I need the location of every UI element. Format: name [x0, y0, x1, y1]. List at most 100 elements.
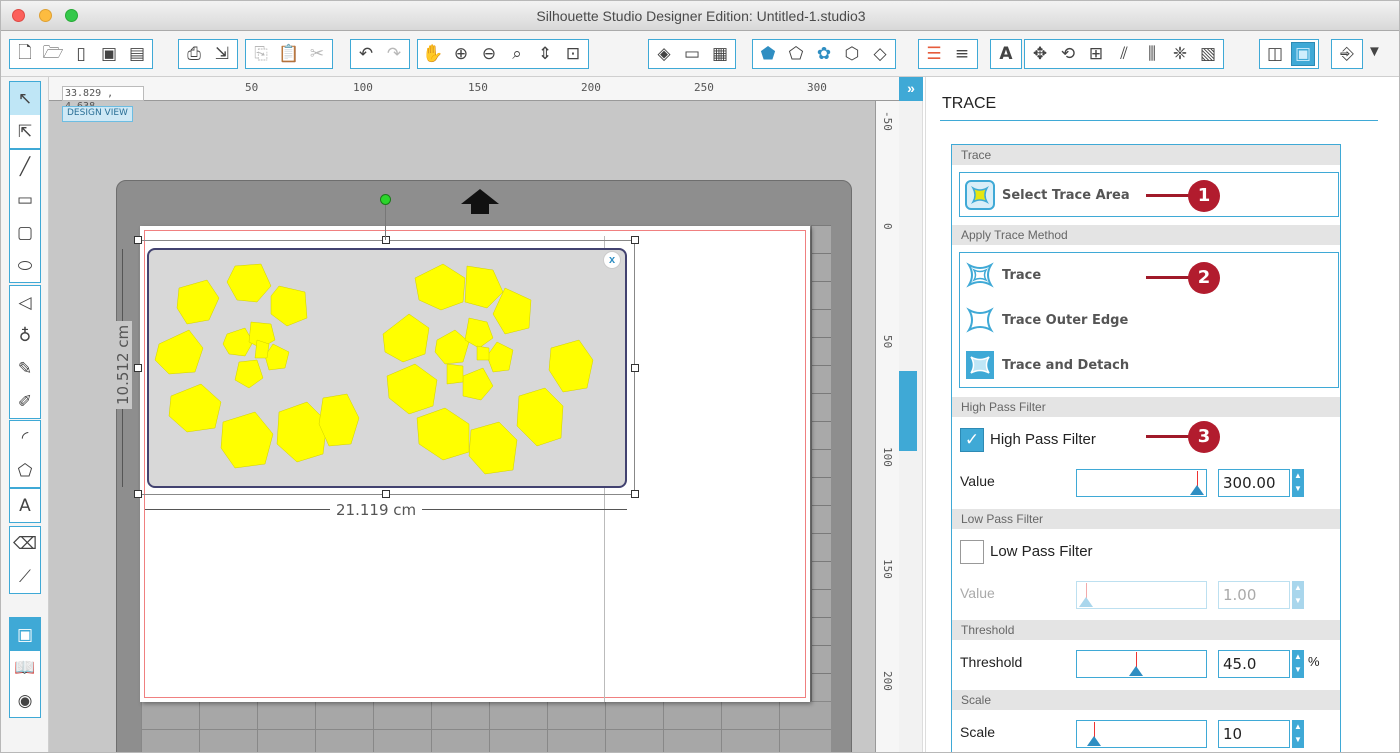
line-settings-icon[interactable]: ☰	[922, 42, 946, 66]
align-icon[interactable]: ⫼	[1140, 42, 1164, 66]
undo-icon[interactable]: ↶	[354, 42, 378, 66]
design-area[interactable]: 50 100 150 200 250 300 -50 0 50 100 150 …	[49, 77, 899, 752]
drag-zoom-icon[interactable]: ⇕	[533, 42, 557, 66]
rectangle-tool-icon[interactable]: ▭	[10, 183, 40, 216]
save-icon[interactable]: ▣	[97, 42, 121, 66]
regular-polygon-tool-icon[interactable]: ⬠	[10, 454, 40, 487]
paste-icon[interactable]: 📋	[277, 42, 301, 66]
trace-method-trace[interactable]: Trace	[964, 259, 1041, 291]
select-trace-area-button[interactable]: Select Trace Area	[964, 179, 1130, 211]
threshold-input[interactable]: 45.0	[1218, 650, 1290, 678]
fit-to-page-icon[interactable]: ⊡	[561, 42, 585, 66]
send-to-silhouette-icon[interactable]: ⇲	[210, 42, 234, 66]
slider-thumb[interactable]	[1190, 485, 1204, 495]
smooth-freehand-tool-icon[interactable]: ✐	[10, 385, 40, 418]
shear-icon[interactable]: ⫽	[1112, 42, 1136, 66]
line-tool-icon[interactable]: ╱	[10, 150, 40, 183]
height-dimension: 10.512 cm	[113, 249, 133, 487]
polygon-tool-icon[interactable]: ◁	[10, 286, 40, 319]
resize-handle[interactable]	[382, 236, 390, 244]
open-folder-icon[interactable]: 🗁	[41, 42, 65, 66]
line-style-alt-icon[interactable]: ✿	[812, 42, 836, 66]
cursor-coordinates: 33.829 , 4.638	[62, 86, 144, 112]
cut-icon[interactable]: ✂	[305, 42, 329, 66]
resize-handle[interactable]	[134, 364, 142, 372]
toolbar-undo-group: ↶ ↷	[350, 39, 410, 69]
new-document-icon[interactable]: 🗋	[13, 42, 37, 66]
low-pass-value-stepper[interactable]: ▲ ▼	[1292, 581, 1304, 609]
line-style-list-icon[interactable]: ≡	[950, 42, 974, 66]
window-title: Silhouette Studio Designer Edition: Unti…	[536, 8, 866, 24]
open-library-icon[interactable]: ▯	[69, 42, 93, 66]
line-style-icon[interactable]: ⬠	[784, 42, 808, 66]
scale-input[interactable]: 10	[1218, 720, 1290, 748]
online-store-icon[interactable]: ◉	[10, 684, 40, 717]
resize-handle[interactable]	[134, 236, 142, 244]
slider-thumb[interactable]	[1087, 736, 1101, 746]
selection-box[interactable]	[138, 240, 635, 495]
slider-thumb[interactable]	[1079, 597, 1093, 607]
pan-hand-icon[interactable]: ✋	[421, 42, 445, 66]
curve-tool-icon[interactable]: ♁	[10, 319, 40, 352]
fill-gradient-icon[interactable]: ▭	[680, 42, 704, 66]
zoom-select-icon[interactable]: ⌕	[505, 42, 529, 66]
freehand-tool-icon[interactable]: ✎	[10, 352, 40, 385]
scale-stepper[interactable]: ▲ ▼	[1292, 720, 1304, 748]
line-color-icon[interactable]: ⬟	[756, 42, 780, 66]
high-pass-value-stepper[interactable]: ▲ ▼	[1292, 469, 1304, 497]
high-pass-value-input[interactable]: 300.00	[1218, 469, 1290, 497]
threshold-stepper[interactable]: ▲ ▼	[1292, 650, 1304, 678]
edit-points-icon[interactable]: ⇱	[10, 115, 40, 148]
transform-icon[interactable]: ✥	[1028, 42, 1052, 66]
fill-color-icon[interactable]: ◈	[652, 42, 676, 66]
low-pass-value-input[interactable]: 1.00	[1218, 581, 1290, 609]
design-view-icon[interactable]: ▣	[10, 618, 40, 651]
scale-icon[interactable]: ⊞	[1084, 42, 1108, 66]
redo-icon[interactable]: ↷	[382, 42, 406, 66]
collapse-panel-button[interactable]: »	[899, 77, 923, 101]
rotate-icon[interactable]: ⟲	[1056, 42, 1080, 66]
scale-slider[interactable]	[1076, 720, 1207, 748]
resize-handle[interactable]	[631, 236, 639, 244]
high-pass-value-slider[interactable]	[1076, 469, 1207, 497]
zoom-in-icon[interactable]: ⊕	[449, 42, 473, 66]
arc-tool-icon[interactable]: ◜	[10, 421, 40, 454]
slider-thumb[interactable]	[1129, 666, 1143, 676]
shadow-icon[interactable]: ◇	[868, 42, 892, 66]
library-icon[interactable]: 📖	[10, 651, 40, 684]
resize-handle[interactable]	[134, 490, 142, 498]
threshold-slider[interactable]	[1076, 650, 1207, 678]
print-icon[interactable]: ⎙	[182, 42, 206, 66]
text-tool-icon[interactable]: A	[10, 489, 40, 522]
height-dimension-label: 10.512 cm	[114, 320, 132, 409]
trace-method-outer-edge[interactable]: Trace Outer Edge	[964, 304, 1128, 336]
zoom-out-icon[interactable]: ⊖	[477, 42, 501, 66]
rounded-rectangle-tool-icon[interactable]: ▢	[10, 216, 40, 249]
line-weight-icon[interactable]: ⬡	[840, 42, 864, 66]
resize-handle[interactable]	[382, 490, 390, 498]
knife-tool-icon[interactable]: ⟋	[10, 560, 40, 593]
text-style-icon[interactable]: A	[994, 42, 1018, 66]
panel-scrollbar[interactable]	[899, 371, 917, 451]
fill-pattern-icon[interactable]: ▦	[708, 42, 732, 66]
load-direction-arrow-icon	[461, 189, 499, 204]
resize-handle[interactable]	[631, 364, 639, 372]
replicate-icon[interactable]: ❈	[1168, 42, 1192, 66]
resize-handle[interactable]	[631, 490, 639, 498]
select-arrow-icon[interactable]: ↖	[10, 82, 40, 115]
rotate-handle[interactable]	[380, 194, 391, 205]
send-to-icon[interactable]: ⎆	[1335, 42, 1359, 66]
copy-icon[interactable]: ⎘	[249, 42, 273, 66]
high-pass-filter-checkbox[interactable]: ✓	[960, 428, 984, 452]
trace-method-and-detach[interactable]: Trace and Detach	[964, 349, 1129, 381]
low-pass-filter-checkbox[interactable]	[960, 540, 984, 564]
eraser-tool-icon[interactable]: ⌫	[10, 527, 40, 560]
toolbar-more-chevron-down-icon[interactable]: ▼	[1367, 43, 1382, 60]
low-pass-value-slider[interactable]	[1076, 581, 1207, 609]
save-to-library-icon[interactable]: ▤	[125, 42, 149, 66]
close-trace-area-button[interactable]: x	[603, 251, 621, 269]
ellipse-tool-icon[interactable]: ⬭	[10, 249, 40, 282]
cut-settings-icon[interactable]: ▣	[1291, 42, 1315, 66]
modify-icon[interactable]: ▧	[1196, 42, 1220, 66]
page-settings-icon[interactable]: ◫	[1263, 42, 1287, 66]
